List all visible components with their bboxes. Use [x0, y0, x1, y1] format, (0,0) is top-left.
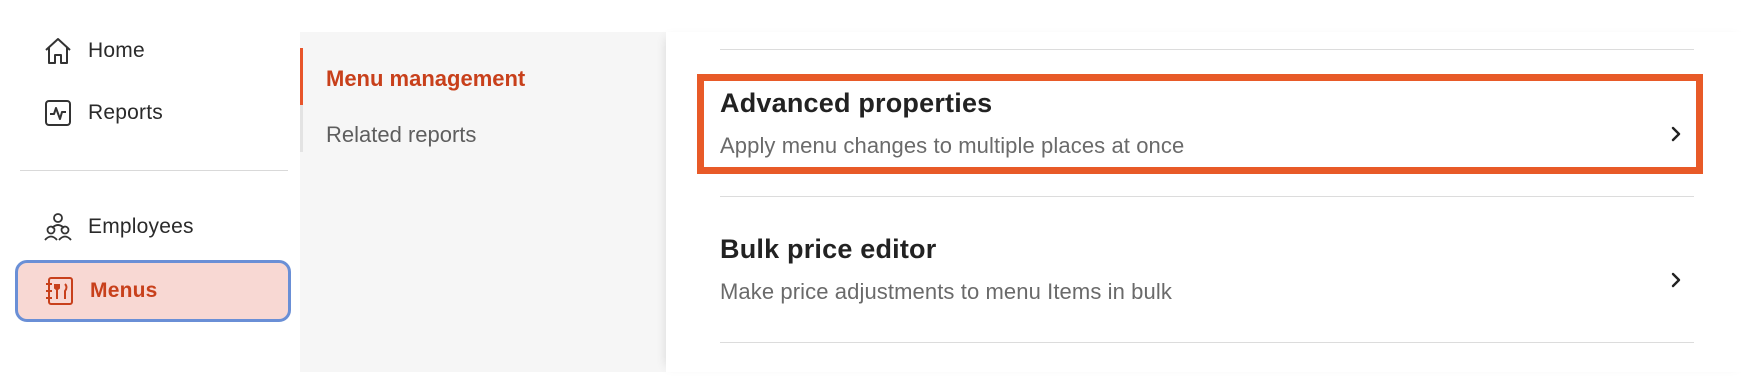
sidebar-divider [20, 170, 288, 171]
sidebar-item-label: Home [88, 39, 145, 62]
row-description: Make price adjustments to menu Items in … [720, 279, 1172, 304]
subnav-active-indicator [300, 48, 303, 105]
highlight-box [697, 74, 1703, 174]
sidebar-item-employees[interactable]: Employees [16, 198, 290, 256]
row-divider [720, 49, 1694, 50]
sidebar-item-label: Reports [88, 101, 163, 124]
bulk-price-editor-row[interactable]: Bulk price editor Make price adjustments… [720, 234, 1694, 316]
employees-icon [42, 211, 74, 243]
row-title: Bulk price editor [720, 234, 937, 264]
row-divider [720, 196, 1694, 197]
sidebar-item-label: Menus [90, 279, 158, 302]
row-divider [720, 342, 1694, 343]
sidebar-item-home[interactable]: Home [16, 22, 290, 80]
menus-icon [44, 275, 76, 307]
sidebar-item-label: Employees [88, 215, 194, 238]
subnav-item-menu-management[interactable]: Menu management [326, 66, 525, 92]
chevron-right-icon [1668, 270, 1684, 290]
reports-icon [42, 97, 74, 129]
home-icon [42, 35, 74, 67]
sidebar-item-reports[interactable]: Reports [16, 84, 290, 142]
sidebar-item-menus[interactable]: Menus [15, 260, 291, 322]
subnav-item-related-reports[interactable]: Related reports [326, 122, 476, 148]
